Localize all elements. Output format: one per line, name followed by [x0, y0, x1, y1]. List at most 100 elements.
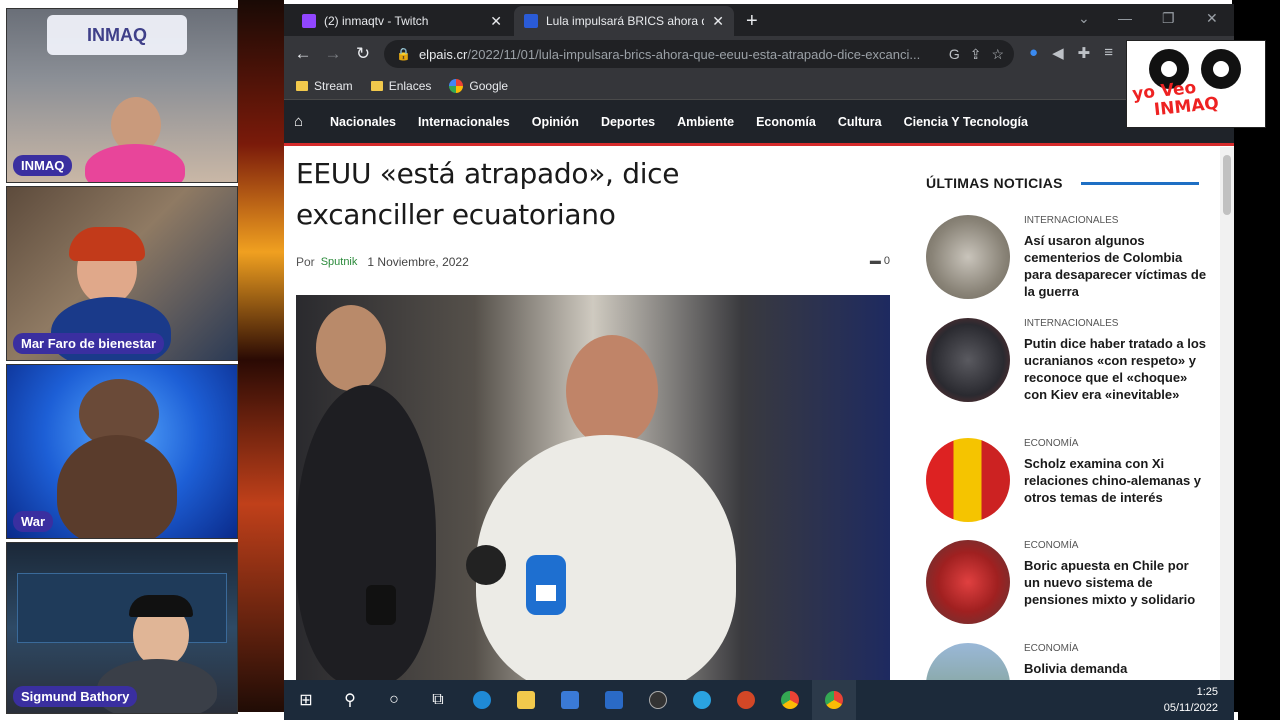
tab-twitch[interactable]: (2) inmaqtv - Twitch ✕ — [292, 6, 512, 36]
puppet-body — [57, 435, 177, 538]
edge-icon[interactable] — [460, 680, 504, 720]
red-hair — [69, 227, 145, 261]
webcam-mar-faro: Mar Faro de bienestar — [6, 186, 238, 361]
news-thumbnail — [926, 540, 1010, 624]
mail-icon[interactable] — [592, 680, 636, 720]
close-window-icon[interactable]: ✕ — [1206, 10, 1218, 27]
back-icon[interactable]: ← — [288, 44, 318, 64]
nav-opinion[interactable]: Opinión — [532, 115, 579, 129]
article-headline: EEUU «está atrapado», dice excanciller e… — [296, 147, 896, 235]
url-host: elpais.cr — [418, 46, 468, 62]
close-tab-icon[interactable]: ✕ — [490, 13, 502, 30]
restore-icon[interactable]: ❐ — [1162, 10, 1175, 27]
chrome-profile-icon[interactable] — [768, 680, 812, 720]
home-icon[interactable]: ⌂ — [294, 113, 308, 130]
cap — [129, 595, 193, 617]
system-clock[interactable]: 1:25 05/11/2022 — [1164, 684, 1218, 716]
nav-internacionales[interactable]: Internacionales — [418, 115, 510, 129]
lock-icon: 🔒 — [396, 47, 411, 61]
logo-text: yo Veo INMAQ — [1131, 77, 1220, 122]
bookmark-label: Stream — [314, 78, 353, 93]
news-title[interactable]: Scholz examina con Xi relaciones chino-a… — [1024, 455, 1208, 506]
tab-title: (2) inmaqtv - Twitch — [324, 14, 429, 28]
byline-prefix: Por — [296, 255, 315, 269]
bookmark-enlaces[interactable]: Enlaces — [370, 78, 432, 93]
logo-line: INMAQ — [1153, 93, 1220, 121]
scrollbar-thumb[interactable] — [1223, 155, 1231, 215]
extensions-area: ● ◀ ✚ ≡ — [1029, 44, 1113, 62]
forward-icon[interactable]: → — [318, 44, 348, 64]
bookmark-star-icon[interactable]: ☆ — [991, 46, 1004, 63]
cortana-icon[interactable]: ○ — [372, 680, 416, 720]
sidebar-heading: ÚLTIMAS NOTICIAS — [926, 175, 1208, 191]
puzzle-icon[interactable]: ✚ — [1078, 44, 1091, 62]
news-title[interactable]: Bolivia demanda — [1024, 660, 1127, 677]
google-lens-icon[interactable]: G — [949, 46, 960, 63]
audio-icon[interactable]: ◀ — [1052, 44, 1064, 62]
bookmarks-bar: Stream Enlaces Google — [284, 72, 1234, 100]
latest-news-sidebar: ÚLTIMAS NOTICIAS INTERNACIONALES Así usar… — [926, 147, 1208, 680]
url-text[interactable]: elpais.cr/2022/11/01/lula-impulsara-bric… — [419, 47, 949, 62]
chrome-icon[interactable] — [812, 680, 856, 720]
webcam-inmaq: INMAQ INMAQ — [6, 8, 238, 183]
news-item[interactable]: ECONOMÍA Scholz examina con Xi relaciones… — [926, 438, 1208, 522]
windows-start-icon[interactable]: ⊞ — [284, 680, 328, 720]
comments-count[interactable]: ▬ 0 — [870, 255, 890, 267]
site-favicon-icon — [524, 14, 538, 28]
obs-icon[interactable] — [636, 680, 680, 720]
omnibox-actions: G ⇪ ☆ — [949, 46, 1014, 63]
search-icon[interactable]: ⚲ — [328, 680, 372, 720]
news-item[interactable]: ECONOMÍA Boric apuesta en Chile por un nu… — [926, 540, 1208, 624]
reload-icon[interactable]: ↻ — [348, 44, 378, 64]
article-date: 1 Noviembre, 2022 — [367, 255, 469, 269]
person-body — [85, 144, 185, 182]
headline-line: excanciller ecuatoriano — [296, 198, 616, 231]
article-photo — [296, 295, 890, 680]
news-title[interactable]: Boric apuesta en Chile por un nuevo sist… — [1024, 557, 1208, 608]
photo-man-head — [566, 335, 658, 447]
news-item[interactable]: INTERNACIONALES Putin dice haber tratado … — [926, 318, 1208, 403]
bookmark-label: Enlaces — [388, 78, 432, 93]
news-category: INTERNACIONALES — [1024, 318, 1119, 329]
nav-cultura[interactable]: Cultura — [838, 115, 882, 129]
cam-label: INMAQ — [13, 155, 73, 176]
bookmark-stream[interactable]: Stream — [296, 79, 353, 93]
author-link[interactable]: Sputnik — [321, 256, 358, 268]
nav-nacionales[interactable]: Nacionales — [330, 115, 396, 129]
nav-ciencia[interactable]: Ciencia Y Tecnología — [904, 115, 1028, 129]
clock-date: 05/11/2022 — [1163, 702, 1218, 714]
address-bar[interactable]: 🔒 elpais.cr/2022/11/01/lula-impulsara-br… — [384, 40, 1014, 68]
browser-toolbar: ← → ↻ 🔒 elpais.cr/2022/11/01/lula-impuls… — [284, 36, 1234, 72]
share-icon[interactable]: ⇪ — [970, 46, 982, 63]
google-icon — [449, 78, 464, 93]
bookmark-google[interactable]: Google — [449, 78, 508, 93]
news-item[interactable]: INTERNACIONALES Así usaron algunos cement… — [926, 215, 1208, 300]
nav-economia[interactable]: Economía — [756, 115, 816, 129]
microphones — [356, 545, 606, 680]
sidebar-title: ÚLTIMAS NOTICIAS — [926, 175, 1063, 191]
close-tab-icon[interactable]: ✕ — [712, 13, 724, 30]
heading-underline — [1080, 181, 1199, 185]
tab-search-icon[interactable]: ⌄ — [1078, 10, 1090, 27]
nav-ambiente[interactable]: Ambiente — [677, 115, 734, 129]
tab-article[interactable]: Lula impulsará BRICS ahora que E ✕ — [514, 6, 734, 36]
nav-deportes[interactable]: Deportes — [601, 115, 655, 129]
news-item[interactable]: ECONOMÍA Bolivia demanda — [926, 643, 1208, 680]
browser-window: (2) inmaqtv - Twitch ✕ Lula impulsará BR… — [284, 4, 1234, 680]
menu-icon[interactable]: ≡ — [1104, 44, 1113, 62]
task-view-icon[interactable]: ⧉ — [416, 680, 460, 720]
page-scrollbar[interactable] — [1220, 147, 1234, 680]
minimize-icon[interactable]: — — [1118, 10, 1132, 26]
extension-icon[interactable]: ● — [1029, 44, 1038, 62]
powerpoint-icon[interactable] — [724, 680, 768, 720]
news-category: INTERNACIONALES — [1024, 215, 1119, 226]
store-icon[interactable] — [548, 680, 592, 720]
news-title[interactable]: Así usaron algunos cementerios de Colomb… — [1024, 232, 1208, 300]
file-explorer-icon[interactable] — [504, 680, 548, 720]
new-tab-icon[interactable]: + — [746, 10, 758, 33]
news-title[interactable]: Putin dice haber tratado a los ucraniano… — [1024, 335, 1208, 403]
news-category: ECONOMÍA — [1024, 643, 1079, 654]
folder-icon — [296, 80, 308, 91]
page-content: EEUU «está atrapado», dice excanciller e… — [284, 147, 1234, 680]
telegram-icon[interactable] — [680, 680, 724, 720]
